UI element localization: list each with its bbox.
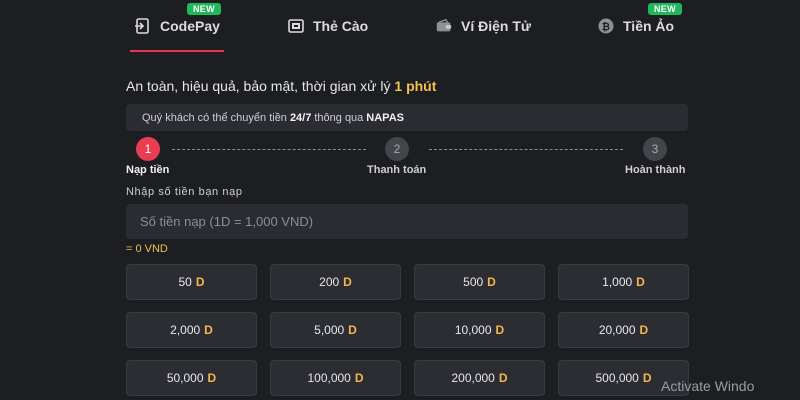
napas-notice: Quý khách có thể chuyển tiền 24/7 thông … (126, 104, 688, 131)
notice-middle: thông qua (314, 111, 364, 124)
amount-value: 500,000 (595, 371, 639, 385)
tab-label: Thẻ Cào (313, 18, 369, 34)
step-connector (172, 149, 366, 150)
amount-unit: D (207, 371, 217, 385)
new-badge: NEW (648, 3, 682, 15)
codepay-icon (134, 17, 152, 35)
amount-unit: D (487, 275, 496, 289)
step-3-label: Hoàn thành (625, 164, 686, 176)
notice-prefix: Quý khách có thể chuyển tiền (142, 111, 287, 124)
amount-unit: D (636, 275, 645, 289)
tab-label: CodePay (160, 18, 220, 34)
tab-label: Ví Điện Tử (461, 18, 532, 34)
amount-value: 5,000 (314, 323, 345, 337)
notice-bold-napas: NAPAS (366, 111, 404, 124)
amount-button-50000[interactable]: 50,000 D (126, 360, 257, 396)
svg-text:₿: ₿ (602, 21, 610, 33)
amount-grid: 50 D 200 D 500 D 1,000 D 2,000 D 5,000 D 10,00… (126, 264, 689, 396)
amount-value: 100,000 (307, 371, 351, 385)
wallet-icon (435, 17, 453, 35)
amount-button-1000[interactable]: 1,000 D (558, 264, 689, 300)
amount-input[interactable] (126, 204, 688, 239)
step-2-label: Thanh toán (367, 164, 427, 176)
step-connector (429, 149, 623, 150)
amount-button-200[interactable]: 200 D (270, 264, 401, 300)
step-3-indicator: 3 (643, 137, 667, 161)
amount-value: 200 (319, 275, 340, 289)
amount-value: 50,000 (166, 371, 204, 385)
amount-unit: D (639, 323, 649, 337)
top-nav: CodePay NEW Thẻ Cào Ví Điện Tử ₿ Tiền Ảo… (0, 0, 800, 52)
headline-text: An toàn, hiệu quả, bảo mật, thời gian xử… (126, 78, 391, 94)
step-2-indicator: 2 (385, 137, 409, 161)
amount-button-2000[interactable]: 2,000 D (126, 312, 257, 348)
tab-vi-dien-tu[interactable]: Ví Điện Tử (435, 0, 531, 52)
bitcoin-icon: ₿ (597, 17, 615, 35)
amount-value: 10,000 (454, 323, 492, 337)
new-badge: NEW (187, 3, 221, 15)
amount-button-5000[interactable]: 5,000 D (270, 312, 401, 348)
amount-unit: D (195, 275, 205, 289)
amount-value: 50 (178, 275, 192, 289)
tab-the-cao[interactable]: Thẻ Cào (287, 0, 368, 52)
amount-value: 20,000 (598, 323, 636, 337)
amount-value: 200,000 (451, 371, 495, 385)
amount-button-10000[interactable]: 10,000 D (414, 312, 545, 348)
amount-unit: D (495, 323, 505, 337)
headline: An toàn, hiệu quả, bảo mật, thời gian xử… (126, 78, 436, 94)
amount-unit: D (642, 371, 652, 385)
amount-unit: D (204, 323, 213, 337)
notice-bold-24-7: 24/7 (289, 111, 312, 124)
amount-button-500[interactable]: 500 D (414, 264, 545, 300)
step-1-label: Nạp tiền (126, 164, 170, 176)
amount-button-200000[interactable]: 200,000 D (414, 360, 545, 396)
amount-unit: D (343, 275, 352, 289)
card-icon (287, 17, 305, 35)
tab-label: Tiền Ảo (623, 18, 675, 34)
amount-unit: D (348, 323, 357, 337)
windows-activation-watermark: Activate Windo (661, 378, 755, 394)
amount-value: 1,000 (602, 275, 633, 289)
amount-button-50[interactable]: 50 D (126, 264, 257, 300)
amount-button-100000[interactable]: 100,000 D (270, 360, 401, 396)
converted-amount: = 0 VND (126, 243, 168, 255)
amount-value: 500 (463, 275, 484, 289)
amount-unit: D (498, 371, 508, 385)
amount-value: 2,000 (170, 323, 201, 337)
step-1-indicator: 1 (136, 137, 160, 161)
amount-button-20000[interactable]: 20,000 D (558, 312, 689, 348)
amount-field-label: Nhập số tiền bạn nạp (126, 186, 243, 198)
amount-unit: D (354, 371, 364, 385)
headline-highlight: 1 phút (394, 78, 437, 94)
